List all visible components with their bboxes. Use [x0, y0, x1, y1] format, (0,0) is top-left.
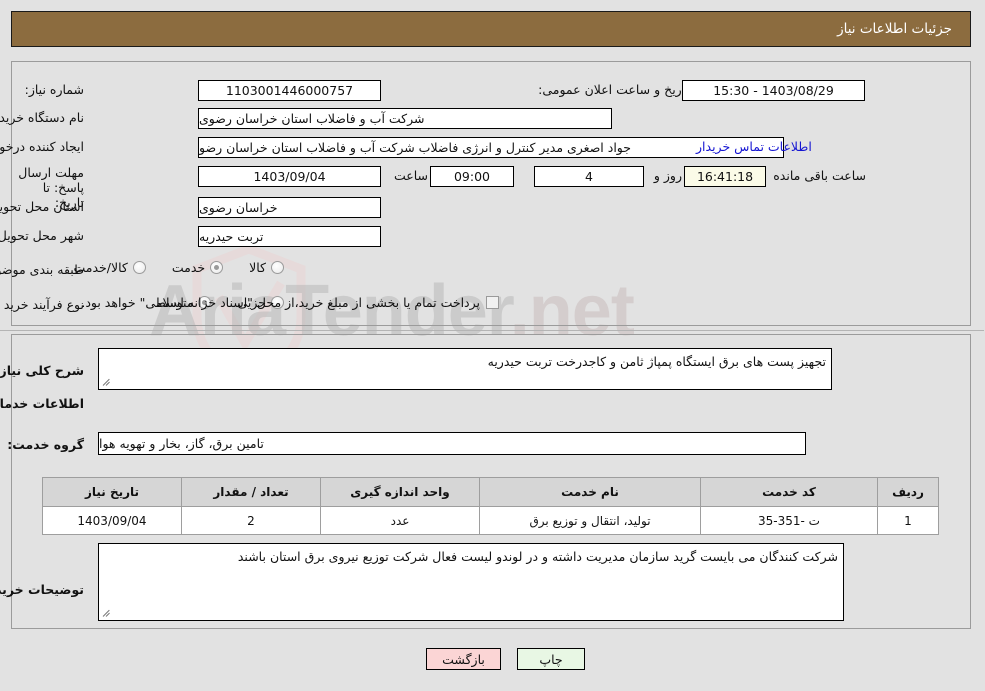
city-label: شهر محل تحویل: — [0, 228, 85, 243]
column-header-row-no: ردیف — [878, 477, 940, 507]
buyer-notes-label: توضیحات خریدار: — [0, 582, 85, 597]
buyer-contact-link[interactable]: اطلاعات تماس خریدار — [697, 139, 813, 154]
column-header-quantity: تعداد / مقدار — [182, 477, 322, 507]
category-radio-icon[interactable] — [211, 261, 225, 274]
category-option-label: کالا — [250, 260, 267, 275]
category-option-0[interactable]: کالا — [250, 260, 285, 275]
category-option-label: خدمت — [172, 260, 207, 275]
cell-unit: عدد — [321, 506, 481, 535]
back-button[interactable]: بازگشت — [427, 648, 502, 670]
deadline-time-label: ساعت — [394, 168, 429, 183]
treasury-note-label: پرداخت تمام یا بخشی از مبلغ خرید،از محل … — [82, 295, 481, 310]
description-label: شرح کلی نیاز: — [0, 363, 85, 378]
remaining-days-field[interactable]: 4 — [535, 166, 645, 187]
resize-grip-icon[interactable] — [102, 609, 112, 619]
column-header-need-date: تاریخ نیاز — [43, 477, 183, 507]
buyer-notes-value: شرکت کنندگان می بایست گرید سازمان مدیریت… — [238, 549, 839, 564]
cell-row-no: 1 — [878, 506, 940, 535]
remaining-clock-field: 16:41:18 — [685, 166, 767, 187]
cell-service-name: تولید، انتقال و توزیع برق — [480, 506, 702, 535]
cell-need-date: 1403/09/04 — [43, 506, 183, 535]
service-group-field[interactable]: تامین برق، گاز، بخار و تهویه هوا — [99, 432, 807, 455]
purchase-type-label: نوع فرآیند خرید : — [0, 297, 85, 312]
category-radio-icon[interactable] — [272, 261, 285, 274]
announce-datetime-label: تاریخ و ساعت اعلان عمومی: — [539, 82, 690, 97]
section-divider — [0, 330, 985, 331]
need-number-field[interactable]: 1103001446000757 — [199, 80, 382, 101]
description-value: تجهیز پست های برق ایستگاه پمپاژ ثامن و ک… — [488, 354, 827, 369]
category-option-label: کالا/خدمت — [74, 260, 129, 275]
need-number-label: شماره نیاز: — [25, 82, 85, 97]
deadline-date-field[interactable]: 1403/09/04 — [199, 166, 382, 187]
cell-service-code: ت -351-35 — [701, 506, 879, 535]
description-textarea[interactable]: تجهیز پست های برق ایستگاه پمپاژ ثامن و ک… — [99, 348, 833, 390]
print-button[interactable]: چاپ — [518, 648, 586, 670]
announce-datetime-field[interactable]: 1403/08/29 - 15:30 — [683, 80, 866, 101]
page-title: جزئیات اطلاعات نیاز — [838, 21, 953, 37]
page-title-bar: جزئیات اطلاعات نیاز — [12, 11, 972, 47]
requester-label: ایجاد کننده درخواست: — [0, 139, 85, 154]
buyer-org-field[interactable]: شرکت آب و فاضلاب استان خراسان رضوی — [199, 108, 613, 129]
cell-quantity: 2 — [182, 506, 322, 535]
category-radio-group[interactable]: کالا خدمت کالا/خدمت — [74, 260, 285, 275]
column-header-service-code: کد خدمت — [701, 477, 879, 507]
table-header-row: ردیف کد خدمت نام خدمت واحد اندازه گیری ت… — [43, 477, 940, 507]
column-header-service-name: نام خدمت — [480, 477, 702, 507]
category-option-2[interactable]: کالا/خدمت — [74, 260, 147, 275]
remaining-clock-label: ساعت باقی مانده — [774, 168, 867, 183]
services-table: ردیف کد خدمت نام خدمت واحد اندازه گیری ت… — [43, 477, 940, 535]
deadline-time-field[interactable]: 09:00 — [431, 166, 515, 187]
city-field[interactable]: تربت حیدریه — [199, 226, 382, 247]
services-section-heading: اطلاعات خدمات مورد نیاز — [0, 396, 85, 411]
table-row: 1 ت -351-35 تولید، انتقال و توزیع برق عد… — [43, 506, 940, 535]
category-option-1[interactable]: خدمت — [172, 260, 225, 275]
service-group-label: گروه خدمت: — [8, 437, 85, 452]
column-header-unit: واحد اندازه گیری — [321, 477, 481, 507]
province-field[interactable]: خراسان رضوی — [199, 197, 382, 218]
province-label: استان محل تحویل: — [0, 199, 85, 214]
treasury-note-row[interactable]: پرداخت تمام یا بخشی از مبلغ خرید،از محل … — [82, 295, 500, 310]
resize-grip-icon[interactable] — [102, 378, 112, 388]
treasury-checkbox[interactable] — [487, 296, 500, 309]
buyer-org-label: نام دستگاه خریدار: — [0, 110, 85, 125]
buyer-notes-textarea[interactable]: شرکت کنندگان می بایست گرید سازمان مدیریت… — [99, 543, 845, 621]
category-radio-icon[interactable] — [133, 261, 147, 274]
remaining-days-label: روز و — [654, 168, 683, 183]
category-label: طبقه بندی موضوعی: — [0, 262, 85, 277]
